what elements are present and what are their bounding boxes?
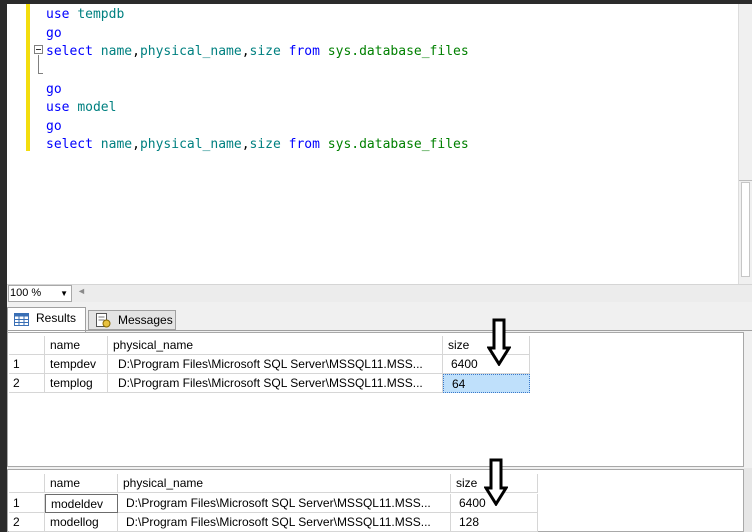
cell-name[interactable]: modellog xyxy=(45,513,118,532)
code-line[interactable]: use tempdb xyxy=(7,6,738,24)
results-scrollbar[interactable] xyxy=(744,468,752,532)
cell-physical-name[interactable]: D:\Program Files\Microsoft SQL Server\MS… xyxy=(108,374,443,393)
tab-results[interactable]: Results xyxy=(7,307,86,332)
code-token: tempdb xyxy=(77,7,125,22)
code-line-text: go xyxy=(46,118,62,136)
column-header-name[interactable]: name xyxy=(45,336,108,355)
code-token: , xyxy=(132,44,140,59)
code-line-text: go xyxy=(46,25,62,43)
code-token: select xyxy=(46,44,101,59)
row-number-header xyxy=(9,336,45,355)
code-token: sys.database_files xyxy=(327,137,469,152)
code-line[interactable]: go xyxy=(7,25,738,43)
row-number[interactable]: 1 xyxy=(9,494,45,513)
code-token: physical_name xyxy=(139,44,242,59)
chevron-down-icon[interactable]: ▼ xyxy=(60,286,68,301)
code-token: from xyxy=(288,137,328,152)
cell-name[interactable]: tempdev xyxy=(45,355,108,374)
code-token: go xyxy=(46,82,62,97)
code-line-text: use model xyxy=(46,99,116,117)
code-token: sys.database_files xyxy=(327,44,469,59)
tab-results-label: Results xyxy=(36,311,77,325)
code-line[interactable]: go xyxy=(7,118,738,136)
row-number[interactable]: 1 xyxy=(9,355,45,374)
tab-strip-divider xyxy=(7,330,752,331)
results-pane: Results Messages name physical_name size… xyxy=(7,302,752,532)
code-line[interactable] xyxy=(7,62,738,80)
code-token: use xyxy=(46,7,78,22)
code-line[interactable]: go xyxy=(7,81,738,99)
column-header-physical-name[interactable]: physical_name xyxy=(118,474,451,493)
code-token: physical_name xyxy=(139,137,242,152)
editor-status-strip: 100 % ▼ ◄ xyxy=(7,284,752,302)
zoom-value: 100 % xyxy=(10,287,42,299)
cell-size[interactable]: 128 xyxy=(451,513,538,532)
code-token: model xyxy=(77,100,117,115)
code-token: go xyxy=(46,119,62,134)
row-number-header xyxy=(9,474,45,493)
code-token: go xyxy=(46,26,62,41)
code-line-text: go xyxy=(46,81,62,99)
results-grid-2[interactable]: name physical_name size 1 modeldev D:\Pr… xyxy=(7,469,744,532)
code-token: select xyxy=(46,137,101,152)
grid-icon xyxy=(14,312,29,332)
arrow-down-icon xyxy=(484,458,508,506)
results-grid-1[interactable]: name physical_name size 1 tempdev D:\Pro… xyxy=(7,332,744,467)
code-line[interactable]: use model xyxy=(7,99,738,117)
code-token: size xyxy=(249,137,289,152)
tab-messages[interactable]: Messages xyxy=(88,310,176,330)
scroll-left-icon[interactable]: ◄ xyxy=(77,286,86,296)
row-number[interactable]: 2 xyxy=(9,374,45,393)
row-number[interactable]: 2 xyxy=(9,513,45,532)
code-token: size xyxy=(249,44,289,59)
arrow-down-icon xyxy=(487,318,511,366)
column-header-name[interactable]: name xyxy=(45,474,118,493)
code-token: , xyxy=(241,137,250,152)
split-handle[interactable] xyxy=(739,180,752,181)
code-line[interactable]: select name,physical_name,size from sys.… xyxy=(7,136,738,154)
code-token: name xyxy=(100,137,133,152)
cell-physical-name[interactable]: D:\Program Files\Microsoft SQL Server\MS… xyxy=(118,494,451,513)
code-token: from xyxy=(288,44,328,59)
cell-physical-name[interactable]: D:\Program Files\Microsoft SQL Server\MS… xyxy=(118,513,451,532)
column-header-physical-name[interactable]: physical_name xyxy=(108,336,443,355)
code-token: , xyxy=(241,44,250,59)
code-line-text: select name,physical_name,size from sys.… xyxy=(46,136,469,154)
code-line-text: use tempdb xyxy=(46,6,124,24)
editor-vertical-scrollbar[interactable] xyxy=(738,4,752,284)
tab-messages-label: Messages xyxy=(118,313,173,327)
query-editor[interactable]: use tempdb go select name,physical_name,si… xyxy=(7,4,738,284)
cell-physical-name[interactable]: D:\Program Files\Microsoft SQL Server\MS… xyxy=(108,355,443,374)
code-line-text: select name,physical_name,size from sys.… xyxy=(46,43,469,61)
cell-name-current[interactable]: modeldev xyxy=(45,494,118,513)
cell-name[interactable]: templog xyxy=(45,374,108,393)
code-line[interactable]: select name,physical_name,size from sys.… xyxy=(7,43,738,61)
code-token: use xyxy=(46,100,78,115)
code-token: , xyxy=(132,137,140,152)
cell-size-selected[interactable]: 64 xyxy=(443,374,530,393)
scrollbar-thumb[interactable] xyxy=(741,182,750,277)
zoom-dropdown[interactable]: 100 % ▼ xyxy=(8,285,72,302)
code-token: name xyxy=(100,44,133,59)
